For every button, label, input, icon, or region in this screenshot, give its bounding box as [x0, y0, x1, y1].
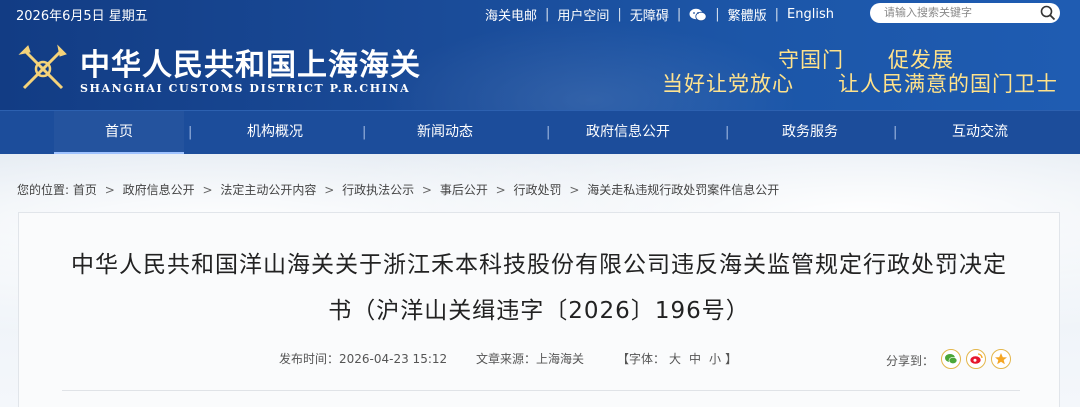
top-separator: |: [617, 7, 622, 22]
share-wechat-icon[interactable]: [941, 349, 961, 369]
link-customs-email[interactable]: 海关电邮: [485, 5, 537, 24]
customs-emblem-logo[interactable]: [16, 40, 71, 95]
nav-separator: |: [546, 125, 551, 140]
search-icon[interactable]: [1040, 5, 1056, 21]
font-size-medium[interactable]: 中: [689, 352, 701, 366]
breadcrumb-item[interactable]: 法定主动公开内容: [220, 183, 316, 197]
link-traditional[interactable]: 繁體版: [728, 5, 767, 24]
nav-organization[interactable]: 机构概况: [210, 111, 340, 155]
share-weibo-icon[interactable]: [966, 349, 986, 369]
nav-separator: |: [725, 125, 730, 140]
share-favorite-icon[interactable]: [991, 349, 1011, 369]
link-english[interactable]: English: [787, 7, 834, 22]
slogan-line-2: 当好让党放心 让人民满意的国门卫士: [662, 72, 1058, 96]
site-header: 2026年6月5日 星期五 海关电邮 | 用户空间 | 无障碍 | | 繁體版 …: [0, 0, 1080, 110]
link-user-space[interactable]: 用户空间: [557, 5, 609, 24]
font-size-control: 【字体：大中小】: [617, 350, 737, 367]
top-bar: 2026年6月5日 星期五 海关电邮 | 用户空间 | 无障碍 | | 繁體版 …: [0, 0, 1080, 27]
meta-divider: [62, 390, 1020, 391]
breadcrumb-item[interactable]: 政府信息公开: [123, 183, 195, 197]
font-size-label: 【字体：: [617, 352, 666, 366]
share-label: 分享到：: [886, 354, 935, 368]
link-accessibility[interactable]: 无障碍: [630, 5, 669, 24]
breadcrumb-separator: >: [202, 183, 213, 197]
article-title: 中华人民共和国洋山海关关于浙江禾本科技股份有限公司违反海关监管规定行政处罚决定 …: [18, 242, 1060, 334]
nav-interaction[interactable]: 互动交流: [915, 111, 1045, 155]
breadcrumb-separator: >: [324, 183, 335, 197]
breadcrumb-item[interactable]: 行政处罚: [514, 183, 562, 197]
article-title-line-1: 中华人民共和国洋山海关关于浙江禾本科技股份有限公司违反海关监管规定行政处罚决定: [71, 252, 1007, 278]
nav-gov-info[interactable]: 政府信息公开: [560, 111, 696, 155]
site-title[interactable]: 中华人民共和国上海海关: [80, 40, 421, 84]
nav-home[interactable]: 首页: [54, 111, 184, 155]
breadcrumb-item[interactable]: 海关走私违规行政处罚案件信息公开: [587, 183, 779, 197]
nav-news[interactable]: 新闻动态: [380, 111, 510, 155]
font-size-small[interactable]: 小: [709, 352, 721, 366]
nav-services[interactable]: 政务服务: [745, 111, 875, 155]
search-placeholder: 请输入搜索关键字: [884, 6, 972, 19]
nav-separator: |: [188, 125, 193, 140]
nav-separator: |: [362, 125, 367, 140]
article-title-line-2: 书（沪洋山关缉违字〔2026〕196号）: [328, 298, 750, 324]
top-separator: |: [774, 7, 780, 22]
breadcrumb-item[interactable]: 首页: [73, 183, 97, 197]
breadcrumb-separator: >: [569, 183, 580, 197]
publish-time: 发布时间：2026-04-23 15:12: [279, 352, 448, 366]
current-date: 2026年6月5日 星期五: [16, 9, 148, 24]
top-separator: |: [715, 7, 720, 22]
font-size-large[interactable]: 大: [669, 352, 681, 366]
top-links: 海关电邮 | 用户空间 | 无障碍 | | 繁體版 | English: [485, 5, 834, 24]
breadcrumb-separator: >: [495, 183, 506, 197]
nav-separator: |: [893, 125, 898, 140]
top-separator: |: [676, 7, 682, 22]
breadcrumb-item[interactable]: 事后公开: [440, 183, 488, 197]
search-input[interactable]: 请输入搜索关键字: [870, 3, 1060, 23]
wechat-icon[interactable]: [689, 8, 707, 22]
site-subtitle: SHANGHAI CUSTOMS DISTRICT P.R.CHINA: [80, 82, 411, 95]
breadcrumb-item[interactable]: 行政执法公示: [342, 183, 414, 197]
breadcrumb-separator: >: [104, 183, 115, 197]
breadcrumb-label: 您的位置:: [17, 183, 70, 197]
article-source: 文章来源：上海海关: [476, 352, 585, 366]
breadcrumb-separator: >: [421, 183, 432, 197]
main-nav: 首页 | 机构概况 | 新闻动态 | 政府信息公开 | 政务服务 | 互动交流: [0, 110, 1080, 155]
font-size-end: 】: [725, 352, 738, 366]
top-separator: |: [545, 7, 550, 22]
breadcrumb: 您的位置: 首页 > 政府信息公开 > 法定主动公开内容 > 行政执法公示 > …: [17, 181, 779, 198]
